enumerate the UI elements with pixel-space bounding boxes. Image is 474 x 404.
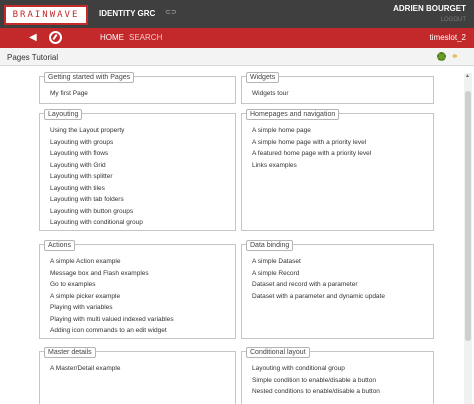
link-list: A Master/Detail example — [50, 363, 120, 375]
group-title: Data binding — [246, 240, 294, 251]
link-list: A simple Dataset A simple Record Dataset… — [252, 256, 385, 302]
brainwave-logo[interactable]: BRAINWAVE — [4, 5, 88, 25]
tutorial-link[interactable]: Message box and Flash examples — [50, 268, 174, 280]
group-title: Homepages and navigation — [246, 109, 340, 120]
link-list: My first Page — [50, 88, 88, 100]
group-getting-started: Getting started with Pages My first Page — [39, 72, 236, 104]
tutorial-link[interactable]: Adding icon commands to an edit widget — [50, 325, 174, 337]
page-content: Getting started with Pages My first Page… — [0, 67, 474, 404]
group-title: Getting started with Pages — [44, 72, 135, 83]
group-data-binding: Data binding A simple Dataset A simple R… — [241, 240, 434, 339]
group-actions: Actions A simple Action example Message … — [39, 240, 236, 339]
timeslot-selector[interactable]: timeslot_2 — [430, 33, 466, 42]
back-arrow-icon[interactable]: ◀ — [29, 32, 41, 44]
tutorial-link[interactable]: Go to examples — [50, 279, 174, 291]
page-title: Pages Tutorial — [7, 53, 59, 62]
tutorial-link[interactable]: A simple Dataset — [252, 256, 385, 268]
tutorial-link[interactable]: Links examples — [252, 160, 371, 172]
top-bar: BRAINWAVE IDENTITY GRC ⊂⊃ ADRIEN BOURGET… — [0, 0, 474, 28]
link-icon[interactable]: ⚭ — [451, 52, 461, 61]
tutorial-link[interactable]: My first Page — [50, 88, 88, 100]
nav-home-link[interactable]: HOME — [100, 33, 124, 42]
tutorial-link[interactable]: Layouting with conditional group — [252, 363, 380, 375]
tutorial-link[interactable]: Dataset with a parameter and dynamic upd… — [252, 291, 385, 303]
gear-icon[interactable] — [437, 52, 446, 61]
group-widgets: Widgets Widgets tour — [241, 72, 434, 104]
tutorial-link[interactable]: Nested conditions to enable/disable a bu… — [252, 386, 380, 398]
group-homepages: Homepages and navigation A simple home p… — [241, 109, 434, 231]
tutorial-link[interactable]: A Master/Detail example — [50, 363, 120, 375]
tutorial-link[interactable]: Layouting with button groups — [50, 206, 143, 218]
tutorial-link[interactable]: Layouting with conditional group — [50, 217, 143, 229]
group-title: Conditional layout — [246, 347, 310, 358]
tutorial-link[interactable]: Layouting with groups — [50, 137, 143, 149]
compass-icon[interactable] — [49, 31, 62, 44]
link-list: Layouting with conditional group Simple … — [252, 363, 380, 398]
scroll-up-arrow-icon[interactable]: ▲ — [465, 73, 470, 79]
group-layouting: Layouting Using the Layout property Layo… — [39, 109, 236, 231]
link-list: Using the Layout property Layouting with… — [50, 125, 143, 229]
logout-link[interactable]: LOGOUT — [441, 17, 466, 23]
link-list: Widgets tour — [252, 88, 289, 100]
tutorial-link[interactable]: A simple Record — [252, 268, 385, 280]
scroll-thumb[interactable] — [465, 91, 471, 341]
tutorial-link[interactable]: Layouting with tiles — [50, 183, 143, 195]
vertical-scrollbar[interactable]: ▲ — [464, 73, 472, 404]
group-title: Master details — [44, 347, 96, 358]
tutorial-link[interactable]: Widgets tour — [252, 88, 289, 100]
app-title: IDENTITY GRC — [99, 9, 156, 18]
chain-link-icon: ⊂⊃ — [165, 9, 177, 16]
tutorial-link[interactable]: A simple Action example — [50, 256, 174, 268]
tutorial-link[interactable]: Layouting with Grid — [50, 160, 143, 172]
navigation-bar: ◀ HOME SEARCH timeslot_2 — [0, 28, 474, 48]
tutorial-link[interactable]: A simple picker example — [50, 291, 174, 303]
tutorial-link[interactable]: Using the Layout property — [50, 125, 143, 137]
link-list: A simple Action example Message box and … — [50, 256, 174, 337]
link-list: A simple home page A simple home page wi… — [252, 125, 371, 171]
nav-search-link[interactable]: SEARCH — [129, 33, 162, 42]
tutorial-link[interactable]: Layouting with splitter — [50, 171, 143, 183]
user-name[interactable]: ADRIEN BOURGET — [393, 4, 466, 13]
tutorial-link[interactable]: Layouting with tab folders — [50, 194, 143, 206]
tutorial-link[interactable]: A simple home page with a priority level — [252, 137, 371, 149]
tutorial-link[interactable]: Dataset and record with a parameter — [252, 279, 385, 291]
tutorial-link[interactable]: Simple condition to enable/disable a but… — [252, 375, 380, 387]
tutorial-link[interactable]: Playing with variables — [50, 302, 174, 314]
tutorial-link[interactable]: A featured home page with a priority lev… — [252, 148, 371, 160]
group-title: Widgets — [246, 72, 280, 83]
page-header: Pages Tutorial ⚭ — [0, 48, 474, 66]
group-title: Layouting — [44, 109, 83, 120]
tutorial-link[interactable]: Playing with multi valued indexed variab… — [50, 314, 174, 326]
group-master-details: Master details A Master/Detail example — [39, 347, 236, 404]
tutorial-link[interactable]: Layouting with flows — [50, 148, 143, 160]
tutorial-link[interactable]: A simple home page — [252, 125, 371, 137]
group-conditional-layout: Conditional layout Layouting with condit… — [241, 347, 434, 404]
group-title: Actions — [44, 240, 75, 251]
